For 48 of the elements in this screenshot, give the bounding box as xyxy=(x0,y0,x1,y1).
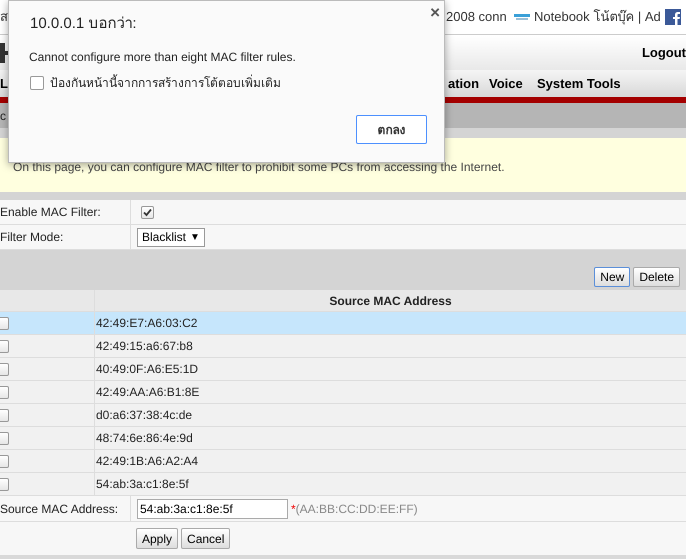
table-row[interactable]: 42:49:1B:A6:A2:A4 xyxy=(0,450,686,473)
bookmark-link[interactable]: Notebook โน้ตบุ๊ค | Ad xyxy=(534,7,661,27)
table-row[interactable]: 40:49:0F:A6:E5:1D xyxy=(0,358,686,381)
ok-button[interactable]: ตกลง xyxy=(356,115,427,144)
table-row[interactable]: 54:ab:3a:c1:8e:5f xyxy=(0,473,686,496)
bookmark-link[interactable]: ส xyxy=(0,7,8,27)
dialog-title: 10.0.0.1 บอกว่า: xyxy=(30,14,137,34)
format-hint: (AA:BB:CC:DD:EE:FF) xyxy=(296,500,418,518)
filter-mode-dropdown[interactable]: Blacklist ▼ xyxy=(137,228,205,246)
table-row[interactable]: 42:49:E7:A6:03:C2 xyxy=(0,312,686,335)
field-label: Source MAC Address: xyxy=(0,500,118,518)
table-cell-text: 40:49:0F:A6:E5:1D xyxy=(96,361,198,378)
action-button[interactable]: Cancel xyxy=(181,528,230,549)
required-mark: * xyxy=(291,500,296,518)
nav-tab[interactable]: L xyxy=(0,76,8,91)
enable-checkbox[interactable] xyxy=(141,206,154,218)
subnav-tab[interactable]: c xyxy=(0,106,6,124)
checkbox-label: ป้องกันหน้านี้จากการสร้างการโต้ตอบเพิ่มเติม xyxy=(50,74,281,92)
table-cell-text: 42:49:1B:A6:A2:A4 xyxy=(96,453,198,470)
toolbar-button[interactable]: New xyxy=(594,267,630,287)
table-cell-text: 42:49:E7:A6:03:C2 xyxy=(96,315,198,332)
close-button[interactable]: × xyxy=(430,4,440,21)
table-cell-text: 54:ab:3a:c1:8e:5f xyxy=(96,476,189,493)
dialog-checkbox[interactable] xyxy=(30,76,44,90)
table-cell-text: 42:49:15:a6:67:b8 xyxy=(96,338,193,355)
dialog-message: Cannot configure more than eight MAC filter rules. xyxy=(29,49,296,66)
logout-link[interactable]: Logout xyxy=(642,42,686,62)
nav-tab[interactable]: System Tools xyxy=(537,76,621,91)
logo-icon xyxy=(0,42,8,62)
field-label: Enable MAC Filter: xyxy=(0,204,101,221)
field-label: Filter Mode: xyxy=(0,229,64,246)
info-text: On this page, you can configure MAC filter to prohibit some PCs from accessing the Internet. xyxy=(13,159,505,176)
table-cell-text: 48:74:6e:86:4e:9d xyxy=(96,430,193,447)
nav-tab[interactable]: ation xyxy=(448,76,480,91)
table-row[interactable]: d0:a6:37:38:4c:de xyxy=(0,404,686,427)
bookmark-link[interactable]: 2008 conn xyxy=(446,7,507,27)
facebook-icon[interactable] xyxy=(665,9,681,25)
table-row[interactable]: 42:49:15:a6:67:b8 xyxy=(0,335,686,358)
table-row[interactable]: 48:74:6e:86:4e:9d xyxy=(0,427,686,450)
nav-tab[interactable]: Voice xyxy=(489,76,523,91)
table-cell-text: 42:49:AA:A6:B1:8E xyxy=(96,384,200,401)
table-row[interactable]: 42:49:AA:A6:B1:8E xyxy=(0,381,686,404)
action-button[interactable]: Apply xyxy=(136,528,178,549)
column-header: Source MAC Address xyxy=(329,292,452,310)
table-cell-text: d0:a6:37:38:4c:de xyxy=(96,407,192,424)
bookmark-favicon-icon xyxy=(514,12,530,22)
toolbar-button[interactable]: Delete xyxy=(633,267,680,287)
mac-address-field[interactable]: 54:ab:3a:c1:8e:5f xyxy=(137,498,288,518)
